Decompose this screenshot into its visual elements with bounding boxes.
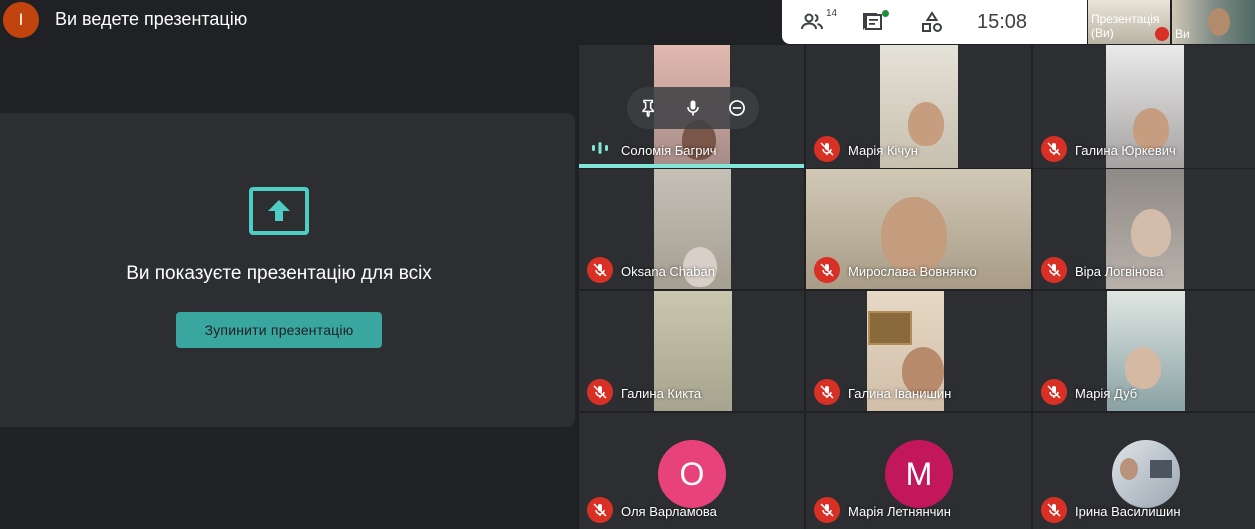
participant-tile[interactable]: Соломія Багрич [579,45,804,168]
participant-name: Галина Іванишин [848,386,952,401]
mic-off-icon [814,136,840,162]
participant-tile[interactable]: Галина Юркевич [1033,45,1255,168]
mic-off-icon [1155,27,1169,41]
stop-presenting-button[interactable]: Зупинити презентацію [176,312,382,348]
speaking-indicator-icon [592,142,608,154]
participant-name: Віра Логвінова [1075,264,1164,279]
active-speaker-border [579,164,804,168]
participant-tile[interactable]: Галина Кикта [579,291,804,411]
mic-off-icon [587,379,613,405]
participant-photo-avatar [1112,440,1180,508]
mic-off-icon [1041,136,1067,162]
self-label: Ви [1175,27,1190,41]
mic-off-icon [587,257,613,283]
chat-icon [863,13,882,30]
present-screen-icon [249,187,309,235]
participant-name: Соломія Багрич [621,143,717,158]
people-icon [801,13,823,30]
participant-letter-avatar: О [658,440,726,508]
participant-face [1125,347,1161,389]
activities-button[interactable] [902,0,962,44]
participant-tile[interactable]: Oksana Chaban [579,169,804,289]
participant-tile[interactable]: Ірина Василишин [1033,413,1255,529]
participant-name: Марія Летнянчин [848,504,951,519]
wall-picture [868,311,912,345]
participant-tile[interactable]: Марія Дуб [1033,291,1255,411]
participant-name: Оля Варламова [621,504,717,519]
participant-name: Марія Кічун [848,143,918,158]
user-avatar: I [3,2,39,38]
participant-tile[interactable]: Мирослава Вовнянко [806,169,1031,289]
mic-off-icon [1041,257,1067,283]
participant-name: Ірина Василишин [1075,504,1181,519]
participants-button[interactable]: 14 [782,0,842,44]
presentation-message: Ви показуєте презентацію для всіх [126,263,432,284]
meeting-clock: 15:08 [977,10,1028,33]
mic-off-icon [814,497,840,523]
participant-face [1131,209,1171,257]
chat-button[interactable] [842,0,902,44]
mic-off-icon [1041,497,1067,523]
pin-icon[interactable] [639,98,659,118]
participant-name: Мирослава Вовнянко [848,264,977,279]
self-video-thumbnail[interactable]: Ви [1172,0,1255,44]
participant-tile[interactable]: Галина Іванишин [806,291,1031,411]
participant-letter-avatar: М [885,440,953,508]
mic-off-icon [814,257,840,283]
participant-name: Галина Кикта [621,386,702,401]
microphone-icon[interactable] [683,98,703,118]
remove-icon[interactable] [727,98,747,118]
participants-count: 14 [826,8,838,19]
participant-tile[interactable]: О Оля Варламова [579,413,804,529]
presentation-thumbnail[interactable]: Презентація (Ви) [1088,0,1170,44]
participant-tile[interactable]: Віра Логвінова [1033,169,1255,289]
mic-off-icon [1041,379,1067,405]
participant-name: Галина Юркевич [1075,143,1176,158]
participant-face [908,102,944,146]
participant-name: Oksana Chaban [621,264,715,279]
participant-name: Марія Дуб [1075,386,1138,401]
mic-off-icon [814,379,840,405]
participant-face [881,197,947,273]
shapes-icon [922,11,942,32]
tile-hover-controls [627,87,759,129]
participant-tile[interactable]: Марія Кічун [806,45,1031,168]
participant-tile[interactable]: М Марія Летнянчин [806,413,1031,529]
top-toolbar: 14 15:08 [782,0,1087,44]
presenting-banner-title: Ви ведете презентацію [55,9,248,29]
mic-off-icon [587,497,613,523]
presentation-card: Ви показуєте презентацію для всіх Зупини… [0,113,575,427]
chat-notification-dot [882,10,889,17]
